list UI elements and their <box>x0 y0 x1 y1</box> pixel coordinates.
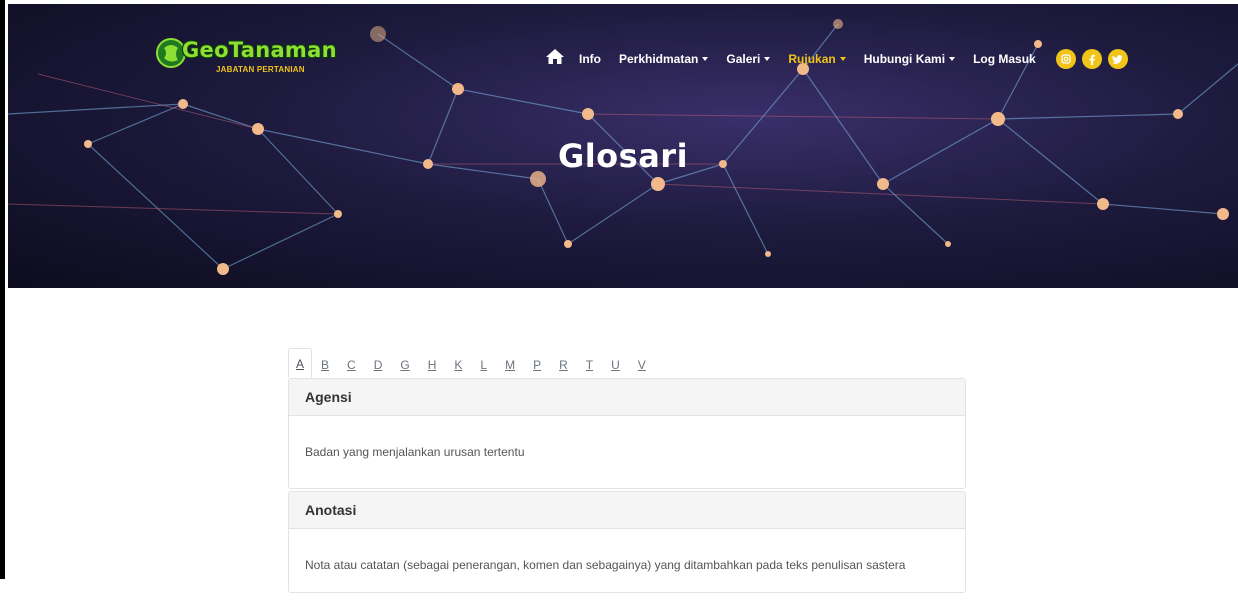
tab-letter-h[interactable]: H <box>419 358 446 378</box>
nav-log-masuk[interactable]: Log Masuk <box>973 52 1036 66</box>
glossary-entry-anotasi: Anotasi Nota atau catatan (sebagai pener… <box>288 491 966 593</box>
chevron-down-icon <box>949 57 956 61</box>
nav-perkhidmatan[interactable]: Perkhidmatan <box>619 52 709 66</box>
nav-info[interactable]: Info <box>579 52 601 66</box>
glossary-definition: Nota atau catatan (sebagai penerangan, k… <box>305 558 906 572</box>
chevron-down-icon <box>764 57 771 61</box>
tab-letter-t[interactable]: T <box>577 358 602 378</box>
window-border <box>0 0 5 579</box>
brand-logo[interactable]: GeoTanaman JABATAN PERTANIAN <box>156 32 346 84</box>
tab-letter-p[interactable]: P <box>524 358 550 378</box>
tab-letter-k[interactable]: K <box>445 358 471 378</box>
chevron-down-icon <box>839 57 846 61</box>
tab-letter-r[interactable]: R <box>550 358 577 378</box>
glossary-definition: Badan yang menjalankan urusan tertentu <box>305 445 525 459</box>
home-icon[interactable] <box>545 48 565 70</box>
tab-letter-g[interactable]: G <box>391 358 418 378</box>
nav-galeri[interactable]: Galeri <box>726 52 771 66</box>
glossary-term[interactable]: Agensi <box>289 379 965 416</box>
social-links <box>1055 49 1134 69</box>
main-navigation: Info Perkhidmatan Galeri Rujukan Hubungi… <box>545 46 1134 72</box>
twitter-icon[interactable] <box>1107 49 1128 69</box>
tab-letter-d[interactable]: D <box>365 358 392 378</box>
instagram-icon[interactable] <box>1055 49 1076 69</box>
facebook-icon[interactable] <box>1081 49 1102 69</box>
brand-name: GeoTanaman <box>182 38 337 62</box>
tab-letter-u[interactable]: U <box>602 358 629 378</box>
nav-hubungi-kami[interactable]: Hubungi Kami <box>864 52 956 66</box>
tab-letter-c[interactable]: C <box>338 358 365 378</box>
tab-letter-b[interactable]: B <box>312 358 338 378</box>
tab-letter-m[interactable]: M <box>496 358 524 378</box>
glossary-term[interactable]: Anotasi <box>289 492 965 529</box>
hero-banner: GeoTanaman JABATAN PERTANIAN Info Perkhi… <box>8 4 1238 288</box>
glossary-entry-agensi: Agensi Badan yang menjalankan urusan ter… <box>288 378 966 489</box>
page-title: Glosari <box>557 137 689 175</box>
nav-rujukan[interactable]: Rujukan <box>788 52 846 66</box>
tab-letter-v[interactable]: V <box>629 358 655 378</box>
chevron-down-icon <box>702 57 709 61</box>
tab-letter-l[interactable]: L <box>471 358 496 378</box>
brand-subtitle: JABATAN PERTANIAN <box>216 65 305 74</box>
tab-letter-a[interactable]: A <box>288 348 313 378</box>
letter-tabs: A B C D G H K L M P R T U V <box>288 346 964 378</box>
